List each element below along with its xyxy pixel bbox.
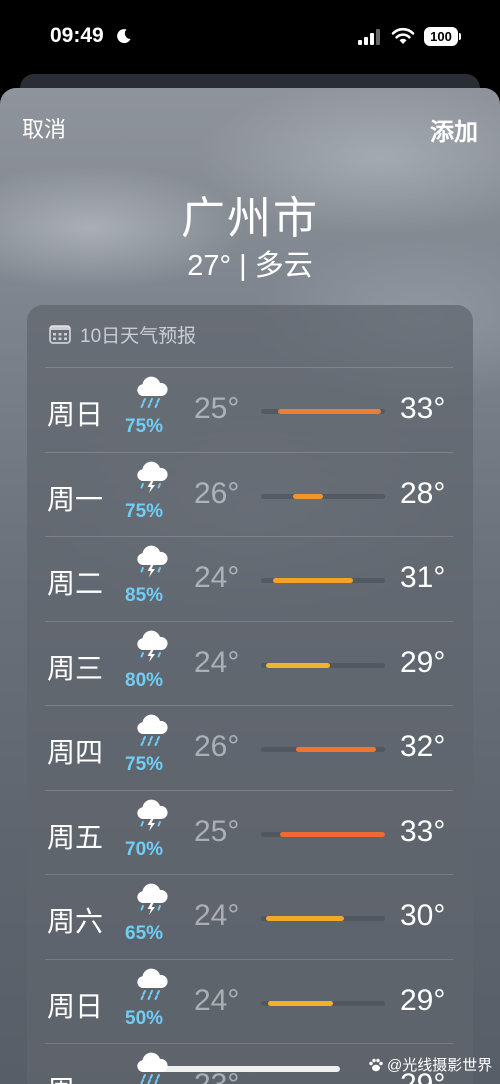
temp-range-track (261, 493, 385, 499)
forecast-header: 10日天气预报 (49, 321, 196, 347)
forecast-row[interactable]: 周日 75% 25° 33° (45, 367, 453, 452)
temp-range-bar (278, 409, 382, 414)
forecast-row[interactable]: 周二 85% 24° 31° (45, 536, 453, 621)
forecast-row[interactable]: 周六 65% 24° 30° (45, 874, 453, 959)
paw-icon (369, 1058, 383, 1071)
precipitation-chance: 75% (125, 416, 164, 437)
status-bar: 09:49 100 (0, 0, 500, 72)
precipitation-chance: 85% (125, 585, 164, 606)
cloud-lightning-rain-icon (137, 545, 168, 577)
temp-range-track (261, 747, 385, 752)
temp-range-bar (265, 916, 345, 921)
watermark: @光线摄影世界 (368, 1054, 492, 1075)
forecast-day: 周三 (47, 652, 104, 684)
cloud-rain-icon (137, 714, 168, 746)
precipitation-chance: 80% (125, 669, 164, 691)
high-temp: 29° (400, 983, 446, 1017)
cancel-button[interactable]: 取消 (22, 112, 66, 144)
forecast-day: 周日 (47, 399, 104, 430)
cellular-signal-icon (358, 29, 380, 45)
low-temp: 24° (194, 645, 240, 679)
cloud-lightning-rain-icon (137, 799, 168, 831)
ten-day-forecast-card[interactable]: 10日天气预报 周日 75% 25° 33° 周一 75% 26° 28° 周二 85% 24° 31… (27, 305, 473, 1084)
low-temp: 24° (194, 899, 240, 932)
high-temp: 32° (400, 730, 446, 763)
forecast-rows: 周日 75% 25° 33° 周一 75% 26° 28° 周二 85% 24° 31° 周三 80% 24… (45, 367, 453, 1084)
high-temp: 28° (400, 476, 446, 510)
temp-range-bar (295, 747, 377, 752)
cloud-lightning-rain-icon (137, 883, 168, 915)
high-temp: 33° (400, 392, 446, 425)
cloud-lightning-rain-icon (137, 630, 168, 662)
low-temp: 24° (194, 983, 240, 1017)
home-indicator[interactable] (160, 1066, 340, 1072)
temp-range-bar (273, 578, 353, 583)
high-temp: 33° (400, 814, 446, 848)
temp-range-bar (265, 662, 331, 668)
status-time: 09:49 (50, 24, 104, 47)
forecast-day: 周四 (47, 737, 104, 768)
current-conditions: 27° | 多云 (187, 250, 313, 282)
precipitation-chance: 50% (125, 1007, 164, 1029)
forecast-day: 周日 (47, 990, 104, 1022)
forecast-day: 周一 (47, 483, 104, 515)
temp-range-bar (279, 831, 385, 837)
calendar-icon (49, 325, 71, 344)
battery-indicator: 100 (424, 27, 458, 46)
forecast-day: 周二 (47, 568, 104, 599)
temp-range-bar (268, 1000, 333, 1006)
temp-range-track (261, 578, 385, 583)
temp-range-track (261, 831, 385, 837)
watermark-text: @光线摄影世界 (387, 1057, 493, 1074)
forecast-day: 周一 (47, 1069, 103, 1084)
low-temp: 25° (194, 814, 240, 848)
low-temp: 26° (194, 730, 240, 763)
precipitation-chance: 70% (125, 838, 164, 860)
battery-tip (459, 33, 461, 40)
forecast-day: 周五 (47, 821, 104, 853)
temp-range-track (261, 1000, 385, 1006)
weather-sheet: 取消 添加 广州市 27° | 多云 10日天气预报 周日 75% 25° 33° 周一… (0, 88, 500, 1084)
cloud-rain-icon (137, 968, 168, 1000)
forecast-row[interactable]: 周四 75% 26° 32° (45, 705, 453, 790)
forecast-row[interactable]: 周日 50% 24° 29° (45, 958, 453, 1044)
temp-range-track (261, 409, 385, 414)
add-button[interactable]: 添加 (430, 112, 478, 147)
precipitation-chance: 65% (125, 923, 164, 944)
forecast-row[interactable]: 周三 80% 24° 29° (45, 620, 453, 706)
temp-range-track (261, 916, 385, 921)
high-temp: 29° (400, 645, 446, 679)
temp-range-bar (293, 493, 323, 499)
forecast-row[interactable]: 周一 75% 26° 28° (45, 451, 453, 537)
low-temp: 26° (194, 476, 240, 510)
low-temp: 24° (194, 561, 240, 594)
forecast-row[interactable]: 周五 70% 25° 33° (45, 789, 453, 875)
city-name: 广州市 (181, 194, 319, 243)
temp-range-track (261, 662, 385, 668)
precipitation-chance: 75% (125, 500, 164, 522)
moon-icon (117, 29, 131, 44)
high-temp: 30° (400, 899, 446, 932)
forecast-title: 10日天气预报 (80, 325, 197, 347)
cloud-lightning-rain-icon (137, 461, 168, 493)
low-temp: 25° (194, 392, 240, 425)
precipitation-chance: 75% (125, 754, 164, 775)
forecast-day: 周六 (47, 906, 104, 937)
wifi-icon (391, 27, 415, 44)
cloud-rain-icon (137, 376, 168, 408)
high-temp: 31° (400, 561, 446, 594)
